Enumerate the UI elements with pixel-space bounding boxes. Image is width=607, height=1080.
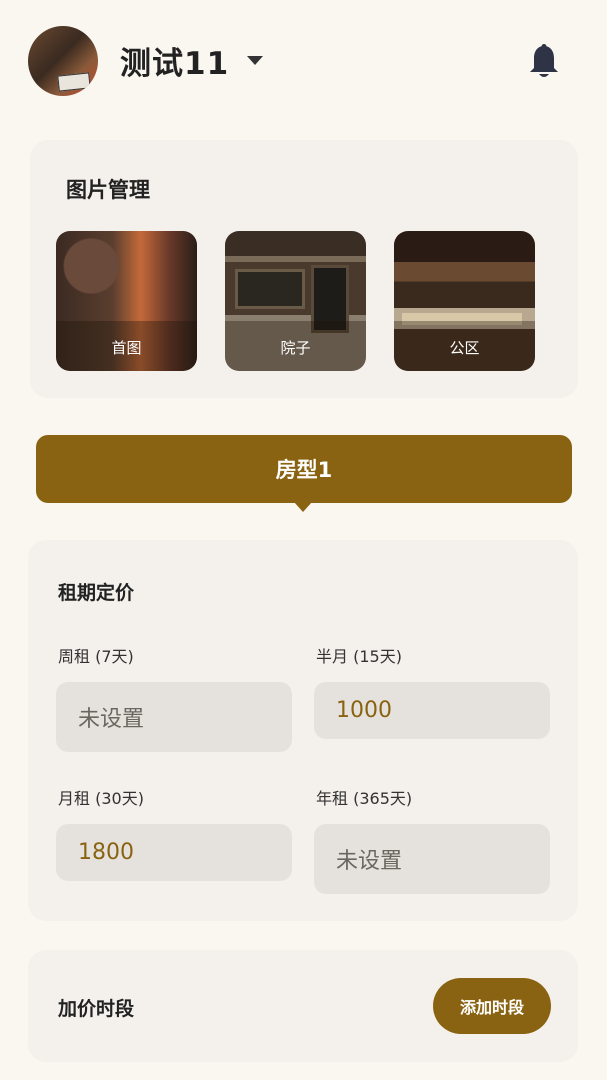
store-selector[interactable]: 测试11 [120,38,264,83]
rental-pricing-title: 租期定价 [58,582,135,604]
half-month-rent-label: 半月 (15天) [316,647,402,666]
window-decoration [235,269,305,309]
avatar-sign-decoration [57,72,91,92]
bell-icon[interactable] [528,44,560,80]
add-period-button[interactable]: 添加时段 [433,978,551,1034]
weekly-rent-label: 周租 (7天) [58,647,134,666]
image-thumb-common-area[interactable]: 公区 [394,231,535,371]
image-thumbnails: 首图 院子 公区 [56,231,535,371]
surcharge-periods-card: 加价时段 添加时段 [28,950,578,1062]
image-management-title: 图片管理 [66,178,150,202]
room-type-tab[interactable]: 房型1 [36,435,572,503]
header: 测试11 [0,0,607,120]
yearly-rent-label: 年租 (365天) [316,789,413,808]
image-thumb-label: 院子 [225,321,366,371]
image-thumb-label: 公区 [394,321,535,371]
store-title: 测试11 [120,46,230,82]
monthly-rent-input[interactable]: 1800 [56,824,292,881]
weekly-rent-input[interactable]: 未设置 [56,682,292,752]
avatar[interactable] [28,26,98,96]
image-thumb-label: 首图 [56,321,197,371]
image-thumb-cover[interactable]: 首图 [56,231,197,371]
chevron-down-icon[interactable] [247,56,264,65]
image-thumb-yard[interactable]: 院子 [225,231,366,371]
room-type-pointer [294,502,312,512]
surcharge-periods-title: 加价时段 [58,998,135,1020]
monthly-rent-label: 月租 (30天) [58,789,144,808]
yearly-rent-input[interactable]: 未设置 [314,824,550,894]
rental-pricing-card: 租期定价 周租 (7天) 未设置 半月 (15天) 1000 月租 (30天) … [28,540,578,921]
half-month-rent-input[interactable]: 1000 [314,682,550,739]
